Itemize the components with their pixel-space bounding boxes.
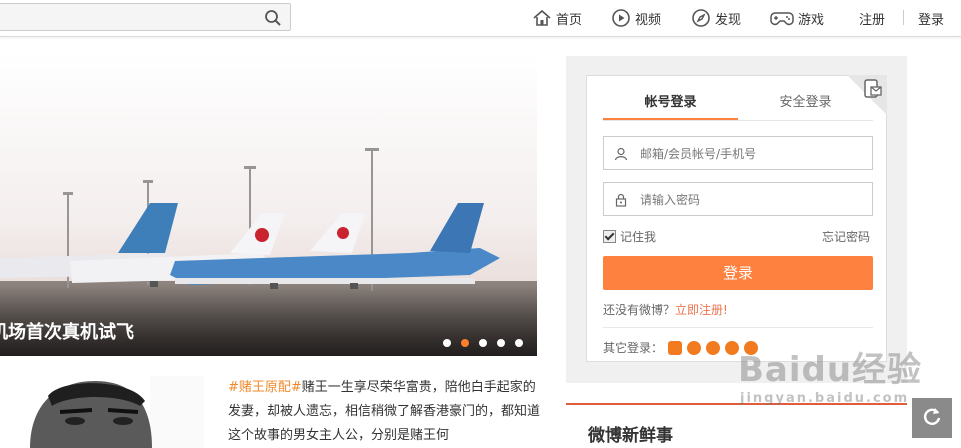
nav-divider: [903, 10, 904, 25]
login-divider: [603, 327, 873, 328]
article-summary[interactable]: #赌王原配#赌王一生享尽荣华富贵，陪他白手起家的发妻，却被人遗忘，相信稍微了解香…: [228, 376, 540, 448]
carousel-dot-5[interactable]: [515, 339, 523, 347]
article-hashtag[interactable]: #赌王原配#: [228, 380, 302, 395]
search-icon[interactable]: [264, 9, 282, 31]
remember-label: 记住我: [620, 230, 657, 244]
nav-games-label: 游戏: [798, 12, 825, 28]
password-field[interactable]: [603, 182, 873, 217]
nav-video[interactable]: 视频: [611, 0, 661, 36]
user-icon: [614, 146, 628, 165]
nav-home-label: 首页: [556, 12, 583, 28]
search-box: [0, 3, 291, 32]
no-account-text: 还没有微博？: [603, 303, 676, 317]
refresh-icon: [921, 405, 943, 431]
tianyi-icon[interactable]: [706, 340, 721, 355]
carousel-dot-1[interactable]: [443, 339, 451, 347]
home-icon: [532, 8, 552, 28]
nav-discover[interactable]: 发现: [691, 0, 741, 36]
carousel-dot-2[interactable]: [461, 339, 469, 347]
remember-checkbox[interactable]: [603, 230, 616, 243]
username-input[interactable]: [638, 137, 868, 171]
gamepad-icon: [770, 8, 794, 28]
other-login: 其它登录：: [603, 339, 759, 356]
tab-secure-login[interactable]: 安全登录: [738, 90, 873, 120]
username-field[interactable]: [603, 136, 873, 171]
remember-me[interactable]: 记住我: [603, 228, 656, 245]
nav-register[interactable]: 注册: [859, 0, 885, 36]
search-input[interactable]: [0, 4, 257, 32]
register-now-link[interactable]: 立即注册!: [675, 303, 728, 317]
video-play-icon: [611, 8, 631, 28]
nav-video-label: 视频: [635, 12, 662, 28]
forgot-password-link[interactable]: 忘记密码: [822, 228, 870, 245]
nav-games[interactable]: 游戏: [770, 0, 824, 36]
password-input[interactable]: [638, 183, 868, 217]
carousel-dot-3[interactable]: [479, 339, 487, 347]
login-box: 帐号登录 安全登录 记住我 忘记密码 登录 还没有微博？立即注册! 其它登录：: [586, 75, 887, 362]
login-tabs: 帐号登录 安全登录: [603, 90, 873, 121]
top-nav-bar: 首页 视频 发现 游戏 注册 登录: [0, 0, 961, 37]
nav-register-label: 注册: [859, 12, 886, 28]
check-service-icon[interactable]: [725, 340, 740, 355]
nav-login-label: 登录: [918, 12, 945, 28]
nav-discover-label: 发现: [715, 12, 742, 28]
fresh-news-title: 微博新鲜事: [588, 426, 673, 446]
carousel-dot-4[interactable]: [497, 339, 505, 347]
baidu-watermark: Baidu经验 jingyan.baidu.com: [738, 342, 922, 406]
login-button[interactable]: 登录: [603, 256, 873, 290]
nav-login[interactable]: 登录: [918, 0, 944, 36]
tab-account-login[interactable]: 帐号登录: [603, 90, 738, 120]
other-login-label: 其它登录：: [603, 341, 664, 355]
nav-home[interactable]: 首页: [532, 0, 582, 36]
compass-icon: [691, 8, 711, 28]
refresh-button[interactable]: [912, 398, 952, 438]
carousel-dots: [443, 339, 523, 347]
watermark-main: Baidu经验: [738, 350, 923, 390]
no-account-prompt: 还没有微博？立即注册!: [603, 301, 728, 318]
article-thumbnail[interactable]: [0, 376, 204, 448]
hero-carousel[interactable]: 机场首次真机试飞: [0, 53, 537, 356]
lock-icon: [614, 192, 628, 211]
portrait-image: [0, 376, 204, 448]
taobao-icon[interactable]: [668, 340, 683, 355]
hero-caption[interactable]: 机场首次真机试飞: [0, 318, 134, 344]
watermark-sub: jingyan.baidu.com: [740, 391, 910, 406]
qq-icon[interactable]: [687, 340, 702, 355]
